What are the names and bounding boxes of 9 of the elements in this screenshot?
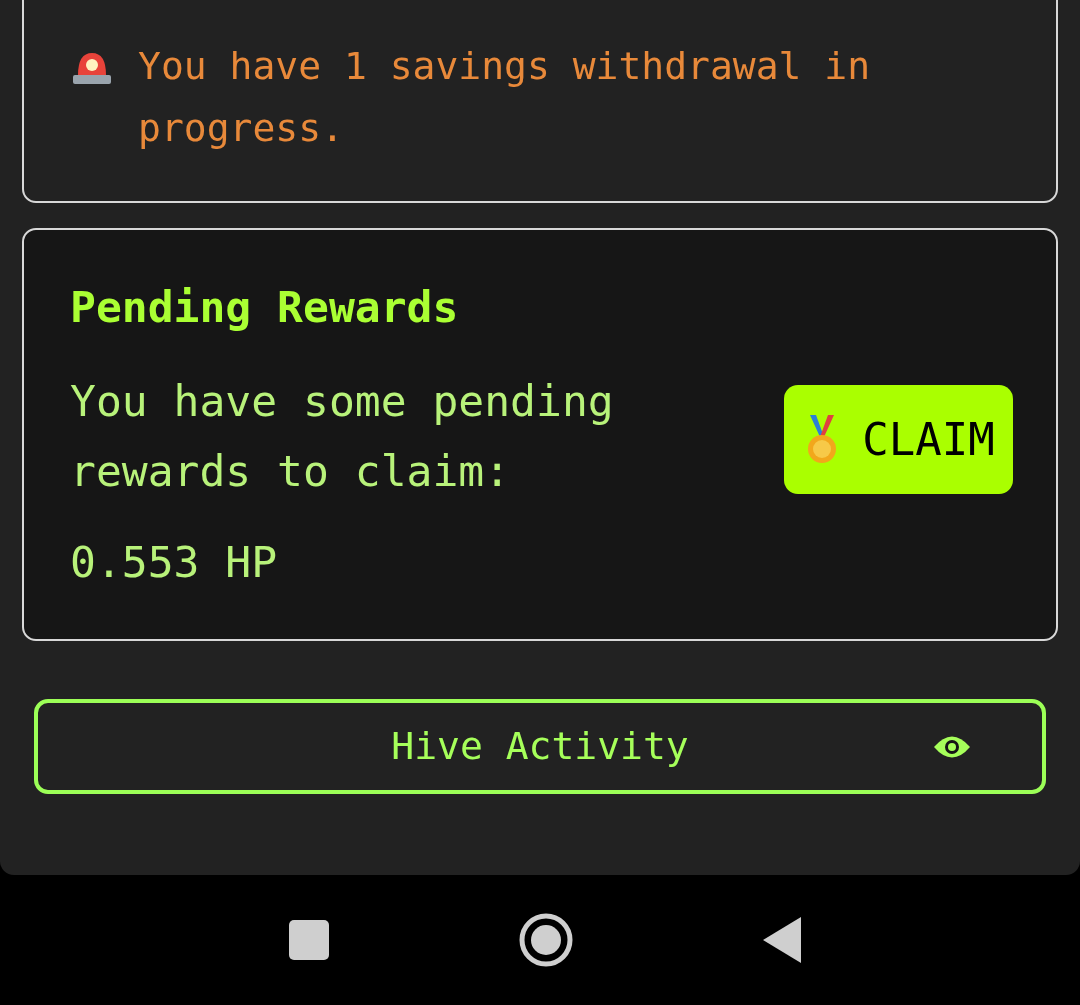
eye-icon <box>932 734 972 760</box>
back-icon[interactable] <box>763 917 801 963</box>
hive-activity-button[interactable]: Hive Activity <box>34 699 1046 794</box>
home-icon[interactable] <box>519 913 573 967</box>
alert-text: You have 1 savings withdrawal in progress. <box>138 43 872 152</box>
rewards-title: Pending Rewards <box>70 282 460 332</box>
rewards-text: You have some pending rewards to claim: <box>70 375 615 498</box>
claim-button[interactable]: CLAIM <box>784 385 1013 494</box>
rewards-amount: 0.553 HP <box>70 536 279 589</box>
